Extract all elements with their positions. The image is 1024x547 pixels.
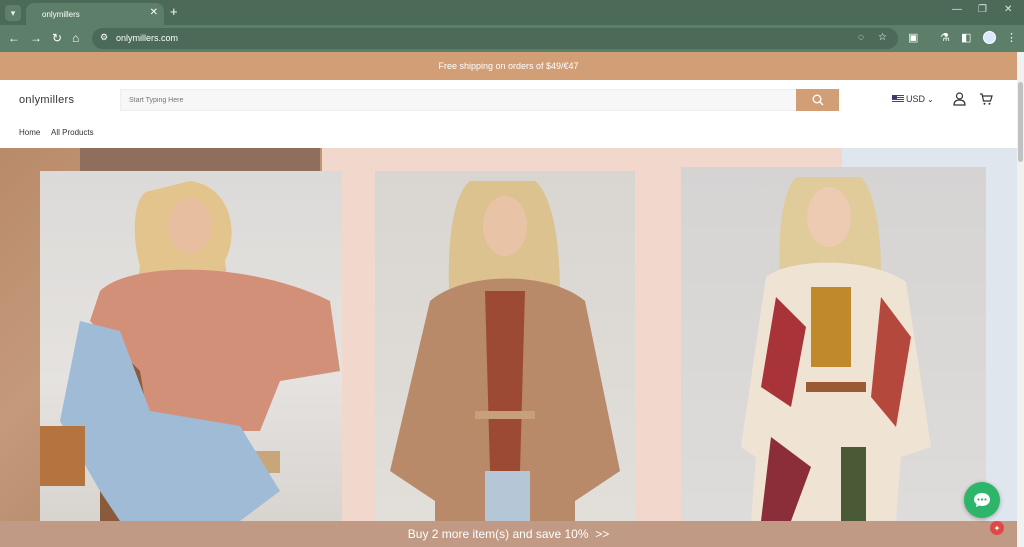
currency-selector[interactable]: USD ⌄ xyxy=(892,94,934,104)
currency-label: USD xyxy=(906,94,926,104)
gift-icon[interactable]: ✦ xyxy=(990,521,1004,535)
site-header: onlymillers USD ⌄ Home All Products xyxy=(0,80,1017,148)
labs-icon[interactable]: ⚗ xyxy=(940,31,950,44)
minimize-icon[interactable]: — xyxy=(952,4,962,15)
new-tab-button[interactable]: + xyxy=(170,4,178,19)
search-input[interactable] xyxy=(120,89,796,111)
back-icon[interactable]: ← xyxy=(8,31,20,45)
tab-search-icon[interactable]: ▾ xyxy=(5,5,21,21)
account-icon[interactable] xyxy=(953,92,966,106)
model-figure-3 xyxy=(741,177,931,521)
chat-icon xyxy=(974,493,990,507)
hero-banner[interactable] xyxy=(0,148,1017,521)
star-icon[interactable]: ☆ xyxy=(878,32,887,43)
model-figure-2 xyxy=(390,181,620,521)
scrollbar-thumb[interactable] xyxy=(1018,82,1023,162)
nav-link-home[interactable]: Home xyxy=(19,128,40,137)
address-bar[interactable]: ⚙ onlymillers.com ◌ ☆ xyxy=(92,28,898,49)
cart-icon[interactable] xyxy=(979,92,993,106)
profile-icon[interactable] xyxy=(983,31,996,44)
flag-icon xyxy=(892,95,904,103)
site-info-icon[interactable]: ⚙ xyxy=(97,32,111,45)
hero-background-rock xyxy=(80,148,320,173)
search-icon xyxy=(812,94,823,106)
chat-button[interactable] xyxy=(964,482,1000,518)
chevron-down-icon: ⌄ xyxy=(927,94,934,104)
browser-toolbar: ← → ↻ ⌂ ⚙ onlymillers.com ◌ ☆ ▣ ⚗ ◧ ⋮ xyxy=(0,25,1024,52)
announcement-bar: Free shipping on orders of $49/€47 xyxy=(0,52,1017,80)
promo-bar[interactable]: Buy 2 more item(s) and save 10% >> xyxy=(0,521,1017,547)
menu-icon[interactable]: ⋮ xyxy=(1006,31,1017,44)
model-figure-1 xyxy=(40,181,340,521)
hero-image-paisley-jacket[interactable] xyxy=(375,171,635,521)
hero-image-peach-blouse[interactable] xyxy=(40,171,342,521)
restore-icon[interactable]: ❐ xyxy=(978,4,987,15)
url-text[interactable]: onlymillers.com xyxy=(116,33,178,43)
home-icon[interactable]: ⌂ xyxy=(72,31,79,45)
site-logo[interactable]: onlymillers xyxy=(19,94,74,106)
close-icon[interactable]: ✕ xyxy=(1004,4,1012,15)
extensions-icon[interactable]: ▣ xyxy=(908,31,918,44)
reload-icon[interactable]: ↻ xyxy=(52,31,62,45)
tab-close-icon[interactable]: ✕ xyxy=(150,7,158,18)
sidebar-icon[interactable]: ◧ xyxy=(961,31,971,44)
search-button[interactable] xyxy=(796,89,839,111)
eye-off-icon[interactable]: ◌ xyxy=(858,32,864,43)
announcement-text: Free shipping on orders of $49/€47 xyxy=(438,61,579,71)
promo-text: Buy 2 more item(s) and save 10% >> xyxy=(407,527,610,541)
browser-tab-bar: ▾ onlymillers ✕ + — ❐ ✕ xyxy=(0,0,1024,25)
tab-title: onlymillers xyxy=(42,9,80,19)
forward-icon[interactable]: → xyxy=(30,31,42,45)
nav-link-all-products[interactable]: All Products xyxy=(51,128,94,137)
scrollbar[interactable] xyxy=(1017,52,1024,547)
browser-tab[interactable]: onlymillers ✕ xyxy=(26,3,164,25)
hero-image-floral-cardigan[interactable] xyxy=(681,167,986,521)
